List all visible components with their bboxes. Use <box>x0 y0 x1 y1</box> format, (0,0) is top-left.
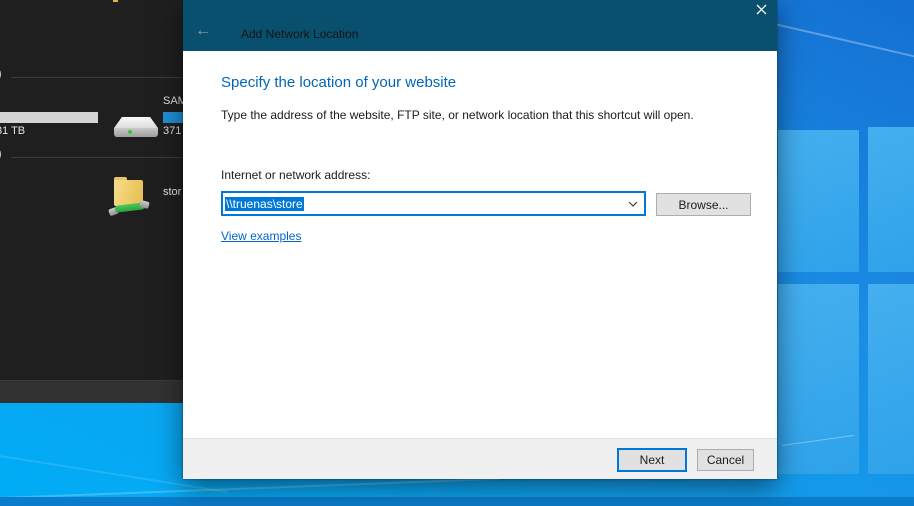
add-network-location-dialog: ← Add Network Location Specify the locat… <box>183 0 777 479</box>
network-location-label[interactable]: stor <box>163 186 181 198</box>
windows-logo-pane-top-left <box>778 130 859 272</box>
drives-group-header[interactable]: ) <box>0 68 2 80</box>
selected-address-text: \\truenas\store <box>225 197 304 211</box>
cancel-button[interactable]: Cancel <box>697 449 754 471</box>
light-beam <box>770 22 914 73</box>
back-arrow-icon[interactable]: ← <box>193 22 213 40</box>
address-field-label: Internet or network address: <box>221 168 370 182</box>
group-divider <box>11 157 183 158</box>
drive-size-label: 31 TB <box>0 125 25 137</box>
samsung-free-space-label: 371 <box>163 125 181 137</box>
page-title: Specify the location of your website <box>221 74 456 91</box>
samsung-capacity-bar <box>163 112 183 123</box>
light-beam <box>0 478 500 499</box>
pane-highlight-line <box>782 435 854 446</box>
instruction-text: Type the address of the website, FTP sit… <box>221 108 694 122</box>
file-explorer-window: ) 31 TB SAM 371 ) stor <box>0 0 183 403</box>
drive-capacity-bar <box>0 112 98 123</box>
clipped-icon-fragment <box>113 0 118 2</box>
windows-logo-pane-bottom-right <box>868 284 914 474</box>
network-group-header[interactable]: ) <box>0 148 2 160</box>
network-folder-icon[interactable] <box>111 175 153 217</box>
close-icon[interactable] <box>751 1 771 18</box>
wallpaper-bottom-strip <box>0 497 914 506</box>
hard-drive-icon[interactable] <box>114 117 158 139</box>
group-divider <box>11 77 183 78</box>
windows-logo-pane-top-right <box>868 127 914 272</box>
browse-button[interactable]: Browse... <box>656 193 751 216</box>
view-examples-link[interactable]: View examples <box>221 229 301 243</box>
dialog-titlebar: ← Add Network Location <box>183 0 777 51</box>
explorer-status-bar <box>0 380 183 403</box>
chevron-down-icon[interactable] <box>622 193 644 214</box>
next-button[interactable]: Next <box>617 448 687 472</box>
dialog-title: Add Network Location <box>241 27 358 41</box>
samsung-drive-label[interactable]: SAM <box>163 95 183 107</box>
address-input[interactable]: \\truenas\store <box>221 191 646 216</box>
dialog-footer: Next Cancel <box>183 438 777 479</box>
windows-logo-pane-bottom-left <box>778 284 859 474</box>
